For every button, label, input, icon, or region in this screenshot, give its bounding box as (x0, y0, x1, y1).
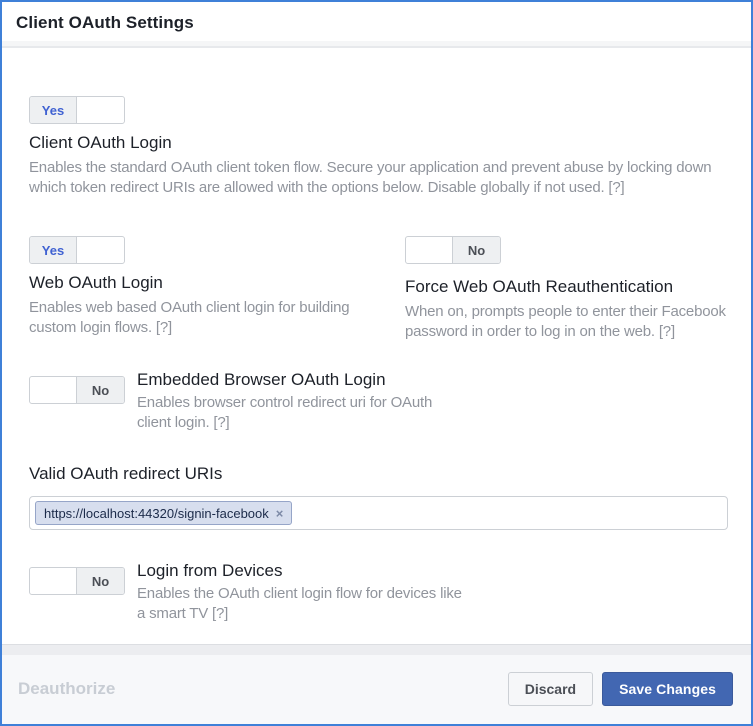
web-oauth-login-toggle[interactable]: Yes (29, 236, 125, 264)
setting-description: When on, prompts people to enter their F… (405, 302, 726, 342)
setting-title-embedded-browser-oauth-login: Embedded Browser OAuth Login (137, 370, 386, 389)
redirect-uri-value: https://localhost:44320/signin-facebook (44, 505, 269, 521)
description-text: Enables the OAuth client login flow for … (137, 585, 462, 622)
toggle-yes-cell[interactable]: Yes (30, 97, 77, 123)
setting-title-login-from-devices: Login from Devices (137, 561, 283, 580)
page-title: Client OAuth Settings (16, 13, 194, 32)
toggle-no-cell[interactable] (77, 237, 124, 263)
toggle-yes-cell[interactable]: Yes (30, 237, 77, 263)
help-link[interactable]: [?] (156, 319, 172, 336)
description-text: When on, prompts people to enter their F… (405, 303, 726, 340)
force-web-oauth-reauthentication-toggle[interactable]: No (405, 236, 501, 264)
setting-description: Enables web based OAuth client login for… (29, 298, 359, 338)
setting-text-block: Login from Devices Enables the OAuth cli… (137, 560, 467, 624)
panel-header: Client OAuth Settings (2, 2, 751, 41)
section-force-web-oauth-reauthentication: No Force Web OAuth Reauthentication When… (405, 236, 726, 342)
discard-button[interactable]: Discard (507, 671, 594, 706)
redirect-uri-token: https://localhost:44320/signin-facebook … (35, 501, 293, 525)
deauthorize-button[interactable]: Deauthorize (18, 679, 115, 699)
section-client-oauth-login: Yes Client OAuth Login Enables the stand… (29, 96, 726, 198)
remove-token-icon[interactable]: × (276, 507, 284, 520)
toggle-no-cell[interactable] (77, 97, 124, 123)
row-web-oauth: Yes Web OAuth Login Enables web based OA… (29, 236, 726, 342)
settings-content: Yes Client OAuth Login Enables the stand… (2, 48, 751, 644)
setting-title-web-oauth-login: Web OAuth Login (29, 273, 163, 292)
help-link[interactable]: [?] (213, 414, 229, 431)
help-link[interactable]: [?] (659, 323, 675, 340)
header-divider (2, 41, 751, 48)
client-oauth-settings-panel: Client OAuth Settings Yes Client OAuth L… (0, 0, 753, 726)
toggle-yes-cell[interactable] (30, 377, 77, 403)
section-embedded-browser-oauth-login: No Embedded Browser OAuth Login Enables … (29, 370, 726, 433)
section-login-from-devices: No Login from Devices Enables the OAuth … (29, 561, 726, 624)
description-text: Enables web based OAuth client login for… (29, 299, 350, 336)
setting-description: Enables the standard OAuth client token … (29, 158, 726, 198)
description-text: Enables browser control redirect uri for… (137, 394, 433, 431)
setting-text-block: Embedded Browser OAuth Login Enables bro… (137, 369, 467, 433)
save-changes-button[interactable]: Save Changes (602, 671, 733, 706)
panel-footer: Deauthorize Discard Save Changes (2, 644, 751, 724)
toggle-yes-cell[interactable] (30, 568, 77, 594)
valid-oauth-redirect-uris-label: Valid OAuth redirect URIs (29, 464, 223, 483)
embedded-browser-oauth-login-toggle[interactable]: No (29, 376, 125, 404)
toggle-no-cell[interactable]: No (453, 237, 500, 263)
section-web-oauth-login: Yes Web OAuth Login Enables web based OA… (29, 236, 405, 342)
toggle-yes-cell[interactable] (406, 237, 453, 263)
redirect-uris-input[interactable]: https://localhost:44320/signin-facebook … (29, 496, 728, 530)
toggle-no-cell[interactable]: No (77, 568, 124, 594)
help-link[interactable]: [?] (608, 179, 624, 196)
setting-description: Enables browser control redirect uri for… (137, 393, 467, 433)
toggle-no-cell[interactable]: No (77, 377, 124, 403)
setting-title-force-web-oauth-reauthentication: Force Web OAuth Reauthentication (405, 277, 674, 296)
help-link[interactable]: [?] (212, 605, 228, 622)
setting-title-client-oauth-login: Client OAuth Login (29, 133, 172, 152)
login-from-devices-toggle[interactable]: No (29, 567, 125, 595)
client-oauth-login-toggle[interactable]: Yes (29, 96, 125, 124)
setting-description: Enables the OAuth client login flow for … (137, 584, 467, 624)
